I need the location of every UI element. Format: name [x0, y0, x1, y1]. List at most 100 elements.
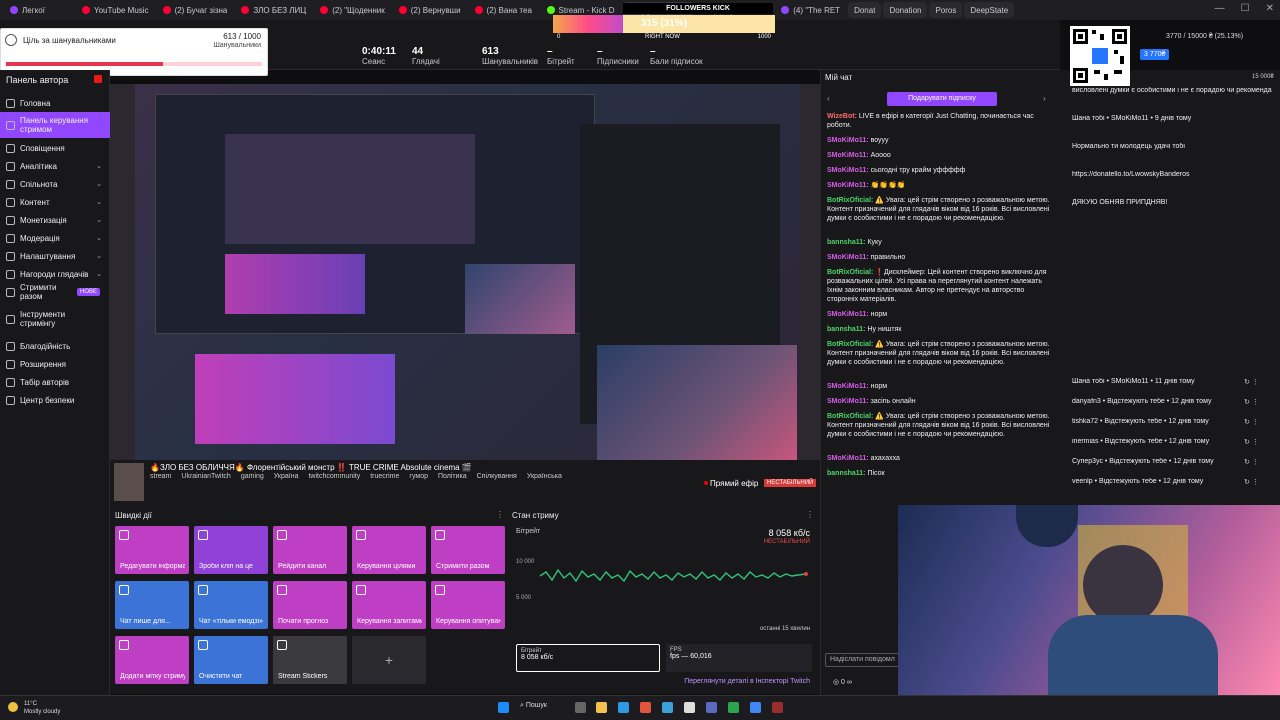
sidebar-item[interactable]: Стримити разом НОВЕ — [0, 283, 110, 301]
chat-username[interactable]: WizeBot: — [827, 113, 857, 120]
sidebar-item[interactable]: Розширення — [0, 355, 110, 373]
chat-username[interactable]: SMoKiMo11: — [827, 311, 869, 318]
activity-item[interactable]: danyafn3 • Відстежують тебе • 12 днів то… — [1072, 398, 1272, 405]
replay-icon[interactable]: ↻ ⋮ — [1244, 398, 1259, 406]
minimize-icon[interactable]: — — [1215, 3, 1225, 14]
quick-action-tile[interactable]: Почати прогноз — [273, 581, 347, 629]
replay-icon[interactable]: ↻ ⋮ — [1244, 458, 1259, 466]
stream-tag[interactable]: truecrime — [370, 473, 399, 480]
sidebar-item[interactable]: Панель керування стримом — [0, 112, 110, 138]
sidebar-item[interactable]: Інструменти стримінгу — [0, 310, 110, 328]
quick-action-tile[interactable]: Зроби кліп на це — [194, 526, 268, 574]
stream-tag[interactable]: Спілкування — [477, 473, 517, 480]
bitrate-card[interactable]: Бітрейт 8 058 кб/с — [516, 644, 660, 672]
sidebar-item[interactable]: Спільнота ⌄ — [0, 175, 110, 193]
browser-tab[interactable]: (4) "The RET — [775, 2, 846, 18]
quick-action-tile[interactable]: + — [352, 636, 426, 684]
chat-username[interactable]: BotRixOficial: — [827, 197, 873, 204]
firefox-icon[interactable] — [640, 702, 651, 713]
chat-username[interactable]: SMoKiMo11: — [827, 137, 869, 144]
stream-tag[interactable]: Політика — [438, 473, 467, 480]
quick-action-tile[interactable]: Керування запитами на... — [352, 581, 426, 629]
quick-action-tile[interactable]: Очистити чат — [194, 636, 268, 684]
tiktok-icon[interactable] — [684, 702, 695, 713]
quick-action-tile[interactable]: Стримити разом — [431, 526, 505, 574]
replay-icon[interactable]: ↻ ⋮ — [1244, 378, 1259, 386]
points-icon[interactable]: ◎ 0 ∞ — [833, 678, 852, 686]
sidebar-item[interactable]: Центр безпеки — [0, 391, 110, 409]
sidebar-item[interactable]: Модерація ⌄ — [0, 229, 110, 247]
more-options-icon[interactable]: ⋮ — [806, 510, 814, 519]
chevron-right-icon[interactable]: › — [1043, 94, 1046, 103]
discord-icon[interactable] — [706, 702, 717, 713]
browser-tab[interactable]: (2) Бучаг зізна — [157, 2, 234, 18]
bookmark-item[interactable]: Poros — [929, 2, 963, 18]
browser-tab[interactable]: (2) "Щоденник — [314, 2, 391, 18]
quick-action-tile[interactable]: Додати мітку стриму — [115, 636, 189, 684]
browser-tab[interactable]: (2) Вернувши — [393, 2, 467, 18]
inspector-link[interactable]: Переглянути деталі в Інспекторі Twitch — [684, 678, 810, 685]
chevron-left-icon[interactable]: ‹ — [827, 94, 830, 103]
quick-action-tile[interactable]: Керування опитуваннями — [431, 581, 505, 629]
activity-item[interactable]: Cупер3ус • Відстежують тебе • 12 днів то… — [1072, 458, 1272, 465]
task-view-icon[interactable] — [575, 702, 586, 713]
chat-username[interactable]: SMoKiMo11: — [827, 167, 869, 174]
quick-action-tile[interactable]: Рейдити канал — [273, 526, 347, 574]
replay-icon[interactable]: ↻ ⋮ — [1244, 478, 1259, 486]
edge-icon[interactable] — [618, 702, 629, 713]
windows-start-icon[interactable] — [498, 702, 509, 713]
browser-tab[interactable]: Легкої — [4, 2, 74, 18]
chat-username[interactable]: bannsha11: — [827, 326, 866, 333]
chat-username[interactable]: bannsha11: — [827, 239, 866, 246]
chat-username[interactable]: SMoKiMo11: — [827, 152, 869, 159]
taskbar-search[interactable]: ⌕ Пошук — [520, 702, 570, 716]
activity-item[interactable]: Шана тобі • SMoKiMo11 • 11 днів тому — [1072, 378, 1272, 385]
file-explorer-icon[interactable] — [596, 702, 607, 713]
bookmark-item[interactable]: DeepState — [964, 2, 1015, 18]
gift-subscription-button[interactable]: Подарувати підписку — [887, 92, 997, 106]
close-icon[interactable]: ✕ — [1266, 3, 1274, 14]
replay-icon[interactable]: ↻ ⋮ — [1244, 418, 1259, 426]
maximize-icon[interactable]: ☐ — [1241, 3, 1250, 14]
bookmark-item[interactable]: Donation — [883, 2, 928, 18]
browser-tab[interactable]: (2) Вана теа — [469, 2, 539, 18]
sidebar-item[interactable]: Нагороди глядачів ⌄ — [0, 265, 110, 283]
chat-username[interactable]: SMoKiMo11: — [827, 398, 869, 405]
chrome-icon[interactable] — [750, 702, 761, 713]
chat-username[interactable]: SMoKiMo11: — [827, 383, 869, 390]
sidebar-item[interactable]: Сповіщення — [0, 139, 110, 157]
chat-username[interactable]: SMoKiMo11: — [827, 182, 869, 189]
chat-username[interactable]: SMoKiMo11: — [827, 254, 869, 261]
stream-tag[interactable]: stream — [150, 473, 171, 480]
activity-item[interactable]: tishka72 • Відстежують тебе • 12 днів то… — [1072, 418, 1272, 425]
replay-icon[interactable]: ↻ ⋮ — [1244, 438, 1259, 446]
browser-tab[interactable]: ЗЛО БЕЗ ЛИЦ — [235, 2, 312, 18]
activity-item[interactable]: veenlp • Відстежують тебе • 12 днів тому — [1072, 478, 1272, 485]
weather-widget[interactable]: 11°C Mostly cloudy — [24, 700, 60, 716]
sidebar-item[interactable]: Монетизація ⌄ — [0, 211, 110, 229]
chat-username[interactable]: bannsha11: — [827, 470, 866, 477]
obs-icon[interactable] — [772, 702, 783, 713]
app-icon[interactable] — [728, 702, 739, 713]
telegram-icon[interactable] — [662, 702, 673, 713]
browser-tab[interactable]: YouTube Music — [76, 2, 155, 18]
chat-username[interactable]: BotRixOficial: — [827, 413, 873, 420]
chat-username[interactable]: SMoKiMo11: — [827, 455, 869, 462]
sidebar-item[interactable]: Аналітика ⌄ — [0, 157, 110, 175]
quick-action-tile[interactable]: Чат «тільки емодзі» — [194, 581, 268, 629]
sidebar-item[interactable]: Контент ⌄ — [0, 193, 110, 211]
more-options-icon[interactable]: ⋮ — [496, 510, 504, 519]
sidebar-item[interactable]: Табір авторів — [0, 373, 110, 391]
quick-action-tile[interactable]: Stream Stickers — [273, 636, 347, 684]
stream-tag[interactable]: gaming — [241, 473, 264, 480]
chat-username[interactable]: BotRixOficial: — [827, 341, 873, 348]
quick-action-tile[interactable]: Редагувати інформацію про... — [115, 526, 189, 574]
stream-tag[interactable]: Українська — [527, 473, 562, 480]
stream-tag[interactable]: UkrainianTwitch — [181, 473, 230, 480]
fps-card[interactable]: FPS fps — 60,016 — [666, 644, 812, 672]
sidebar-item[interactable]: Налаштування ⌄ — [0, 247, 110, 265]
stream-tag[interactable]: Україна — [274, 473, 299, 480]
sidebar-item[interactable]: Головна — [0, 94, 110, 112]
collapse-sidebar-icon[interactable] — [94, 75, 102, 83]
stream-tag[interactable]: twitchcommunity — [308, 473, 360, 480]
